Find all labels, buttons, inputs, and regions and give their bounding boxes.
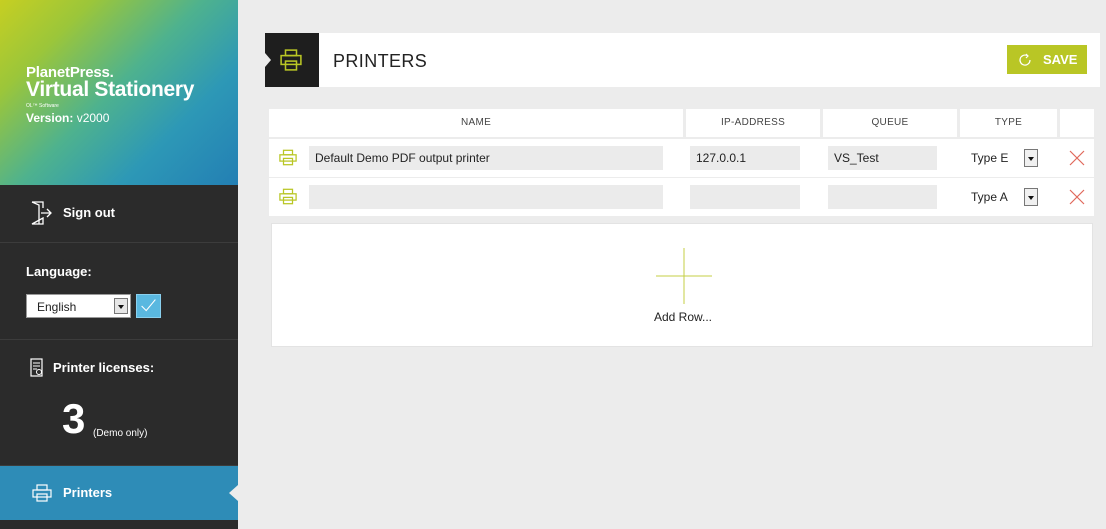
save-button[interactable]: SAVE [1007, 45, 1087, 74]
printer-name-field[interactable]: Default Demo PDF output printer [309, 146, 663, 170]
sign-out-icon [31, 201, 52, 225]
version-label: Version: [26, 111, 74, 125]
license-document-icon [30, 358, 43, 377]
type-select[interactable]: Type A [965, 185, 1042, 209]
add-row-button[interactable]: Add Row... [271, 223, 1093, 347]
refresh-icon [1019, 53, 1031, 66]
chevron-down-icon [1024, 188, 1038, 206]
page-header: PRINTERS SAVE [265, 33, 1100, 87]
chevron-down-icon [114, 298, 128, 314]
close-icon[interactable] [1068, 149, 1086, 167]
ip-address-field[interactable]: 127.0.0.1 [690, 146, 800, 170]
plus-icon [656, 248, 712, 304]
version-text: Version: v2000 [26, 111, 109, 125]
printer-licenses-label: Printer licenses: [53, 360, 155, 375]
printer-icon [280, 49, 302, 71]
license-note: (Demo only) [93, 428, 148, 439]
ip-address-field[interactable] [690, 185, 800, 209]
chevron-down-icon [1024, 149, 1038, 167]
queue-field[interactable] [828, 185, 937, 209]
brand-panel: PlanetPress. Virtual Stationery OL™ Soft… [0, 0, 238, 185]
printer-icon [279, 188, 297, 205]
sidebar-item-printers-label: Printers [63, 485, 113, 500]
column-header-name: NAME [269, 109, 683, 137]
license-count: 3 [62, 395, 86, 442]
language-apply-button[interactable] [136, 294, 161, 318]
printer-icon [32, 484, 52, 502]
language-selected: English [37, 300, 77, 314]
type-selected: Type A [971, 190, 1008, 204]
language-section: Language: English [0, 243, 238, 340]
page-title: PRINTERS [333, 51, 428, 71]
column-header-actions [1060, 109, 1094, 137]
printer-licenses-section: Printer licenses: 3 (Demo only) [0, 340, 238, 466]
header-icon-box [265, 33, 319, 87]
header-notch [265, 53, 271, 67]
active-indicator [229, 485, 238, 501]
sidebar: PlanetPress. Virtual Stationery OL™ Soft… [0, 0, 238, 529]
column-header-ip: IP-ADDRESS [686, 109, 820, 137]
save-label: SAVE [1043, 52, 1078, 67]
brand-title-line2: Virtual Stationery [26, 78, 195, 101]
sign-out-label: Sign out [63, 205, 115, 220]
language-select[interactable]: English [26, 294, 131, 318]
brand-sub: OL™ Software [26, 103, 59, 109]
column-header-queue: QUEUE [823, 109, 957, 137]
checkmark-icon [141, 299, 156, 312]
sign-out-button[interactable]: Sign out [0, 185, 238, 243]
printer-icon [279, 149, 297, 166]
close-icon[interactable] [1068, 188, 1086, 206]
version-value: v2000 [76, 111, 110, 125]
add-row-label: Add Row... [653, 310, 713, 324]
language-label: Language: [26, 264, 92, 279]
type-selected: Type E [971, 151, 1009, 165]
queue-field[interactable]: VS_Test [828, 146, 937, 170]
printer-name-field[interactable] [309, 185, 663, 209]
sidebar-item-printers[interactable]: Printers [0, 466, 238, 520]
column-header-type: TYPE [960, 109, 1057, 137]
type-select[interactable]: Type E [965, 146, 1042, 170]
